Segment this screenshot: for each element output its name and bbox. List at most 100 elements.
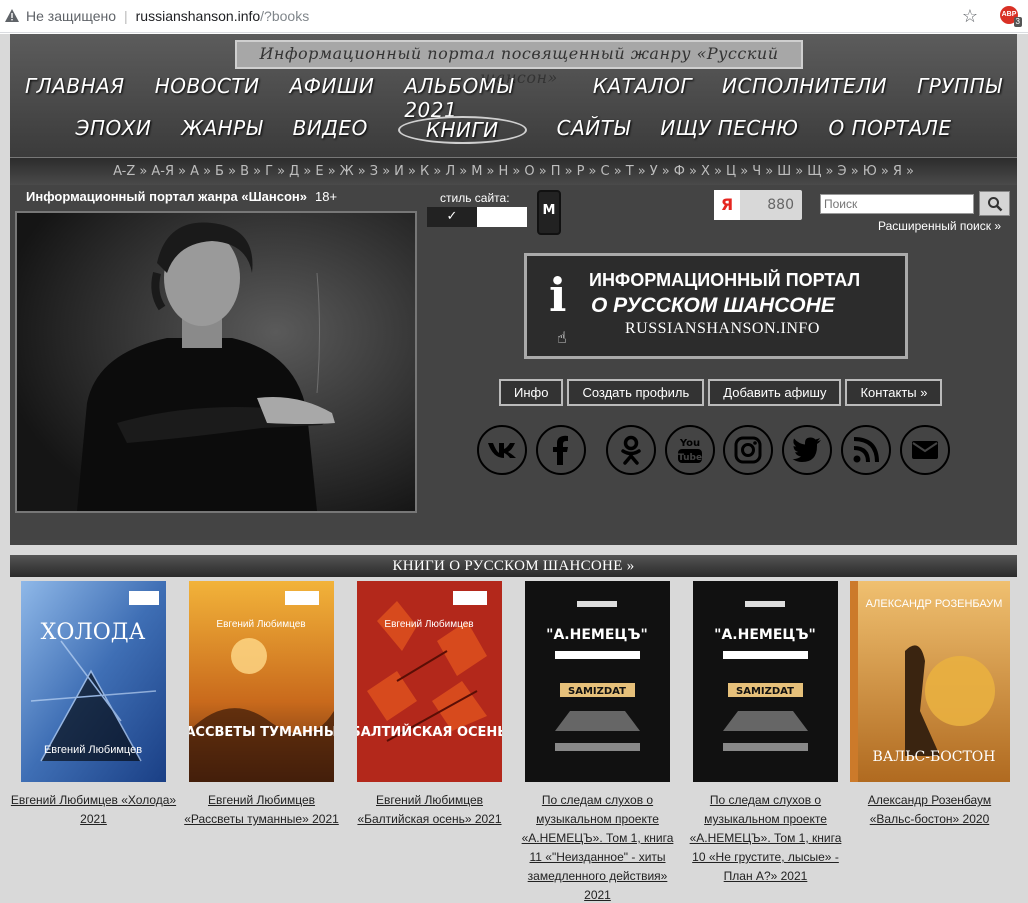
alpha-link[interactable]: Т » xyxy=(626,164,646,179)
nav-news[interactable]: НОВОСТИ xyxy=(155,74,260,122)
book-item[interactable]: "А.НЕМЕЦЪ" SAMIZDAT По следам слухов о м… xyxy=(514,581,681,903)
nav-sites[interactable]: САЙТЫ xyxy=(557,116,631,144)
yandex-counter[interactable]: Я 880 xyxy=(714,190,802,220)
alpha-link[interactable]: Э » xyxy=(838,164,859,179)
alpha-link[interactable]: С » xyxy=(601,164,622,179)
book-cover[interactable]: ХОЛОДА Евгений Любимцев xyxy=(21,581,166,782)
style-light-option[interactable] xyxy=(477,207,527,227)
alpha-link[interactable]: А-Я » xyxy=(151,164,186,179)
nav-video[interactable]: ВИДЕО xyxy=(293,116,368,144)
alpha-link[interactable]: Я » xyxy=(893,164,914,179)
cover-title: "А.НЕМЕЦЪ" xyxy=(714,627,816,643)
alpha-link[interactable]: И » xyxy=(394,164,416,179)
style-switcher-label: стиль сайта: xyxy=(440,191,510,205)
youtube-icon[interactable]: You Tube xyxy=(665,425,715,475)
alpha-link[interactable]: О » xyxy=(524,164,546,179)
alpha-link[interactable]: Е » xyxy=(315,164,335,179)
nav-groups[interactable]: ГРУППЫ xyxy=(917,74,1002,122)
book-caption[interactable]: Евгений Любимцев «Рассветы туманные» 202… xyxy=(178,791,345,829)
nav-catalog[interactable]: КАТАЛОГ xyxy=(593,74,692,122)
url-host[interactable]: russianshanson.info xyxy=(136,8,261,24)
alpha-link[interactable]: Ч » xyxy=(752,164,773,179)
alpha-link[interactable]: В » xyxy=(240,164,261,179)
book-item[interactable]: АЛЕКСАНДР РОЗЕНБАУМ ВАЛЬС-БОСТОН Алексан… xyxy=(846,581,1013,829)
nav-albums[interactable]: АЛЬБОМЫ 2021 xyxy=(404,74,563,122)
mail-icon[interactable] xyxy=(900,425,950,475)
nav-posters[interactable]: АФИШИ xyxy=(290,74,375,122)
alpha-link[interactable]: Ж » xyxy=(340,164,366,179)
book-cover[interactable]: АЛЕКСАНДР РОЗЕНБАУМ ВАЛЬС-БОСТОН xyxy=(849,581,1010,782)
books-section: КНИГИ О РУССКОМ ШАНСОНЕ » ХОЛОДА Евгений… xyxy=(10,555,1017,903)
contacts-button[interactable]: Контакты » xyxy=(845,379,943,406)
alpha-link[interactable]: З » xyxy=(370,164,390,179)
site-container: Информационный портал посвященный жанру … xyxy=(10,34,1017,903)
banner-line-2: О РУССКОМ ШАНСОНЕ xyxy=(591,294,835,317)
nav-about[interactable]: О ПОРТАЛЕ xyxy=(828,116,951,144)
alpha-link[interactable]: Л » xyxy=(445,164,467,179)
alpha-link[interactable]: Ю » xyxy=(863,164,889,179)
yandex-logo: Я xyxy=(714,190,740,220)
alpha-link[interactable]: Ш » xyxy=(777,164,803,179)
alpha-link[interactable]: Г » xyxy=(265,164,285,179)
alpha-link[interactable]: А » xyxy=(190,164,211,179)
alpha-link[interactable]: Н » xyxy=(499,164,521,179)
book-caption[interactable]: Александр Розенбаум «Вальс-бостон» 2020 xyxy=(846,791,1013,829)
action-buttons: Инфо Создать профиль Добавить афишу Конт… xyxy=(499,379,943,406)
alpha-link[interactable]: Ц » xyxy=(726,164,748,179)
book-item[interactable]: Евгений Любимцев РАССВЕТЫ ТУМАННЫЕ Евген… xyxy=(178,581,345,829)
book-item[interactable]: "А.НЕМЕЦЪ" SAMIZDAT По следам слухов о м… xyxy=(682,581,849,886)
facebook-icon[interactable] xyxy=(536,425,586,475)
search-button[interactable] xyxy=(979,191,1010,216)
nav-books[interactable]: КНИГИ xyxy=(397,116,527,144)
url-path[interactable]: /?books xyxy=(260,8,309,24)
alpha-link[interactable]: A-Z » xyxy=(113,164,147,179)
style-dark-option[interactable]: ✓ xyxy=(427,207,477,227)
instagram-icon[interactable] xyxy=(723,425,773,475)
book-cover[interactable]: Евгений Любимцев БАЛТИЙСКАЯ ОСЕНЬ xyxy=(357,581,502,782)
cover-author: SAMIZDAT xyxy=(736,686,794,697)
alpha-link[interactable]: К » xyxy=(420,164,441,179)
portal-banner[interactable]: i ИНФОРМАЦИОННЫЙ ПОРТАЛ О РУССКОМ ШАНСОН… xyxy=(524,253,908,359)
page-background: Информационный портал посвященный жанру … xyxy=(0,34,1028,903)
nav-artists[interactable]: ИСПОЛНИТЕЛИ xyxy=(722,74,887,122)
twitter-icon[interactable] xyxy=(782,425,832,475)
book-caption[interactable]: По следам слухов о музыкальном проекте «… xyxy=(514,791,681,903)
nav-home[interactable]: ГЛАВНАЯ xyxy=(25,74,125,122)
browser-address-bar[interactable]: Не защищено | russianshanson.info/?books… xyxy=(0,0,1028,33)
age-rating: 18+ xyxy=(315,189,338,204)
nav-epochs[interactable]: ЭПОХИ xyxy=(76,116,152,144)
nav-genres[interactable]: ЖАНРЫ xyxy=(181,116,262,144)
alpha-link[interactable]: П » xyxy=(551,164,573,179)
book-cover[interactable]: "А.НЕМЕЦЪ" SAMIZDAT xyxy=(525,581,670,782)
alpha-link[interactable]: Х » xyxy=(701,164,722,179)
search-input[interactable] xyxy=(820,194,974,214)
alpha-link[interactable]: Д » xyxy=(289,164,311,179)
book-item[interactable]: ХОЛОДА Евгений Любимцев Евгений Любимцев… xyxy=(10,581,177,829)
main-panel: Информационный портал жанра «Шансон» 18+ xyxy=(10,185,1017,545)
vk-icon[interactable] xyxy=(477,425,527,475)
mobile-version-icon[interactable]: M xyxy=(537,190,561,235)
alpha-link[interactable]: Б » xyxy=(215,164,236,179)
nav-find-song[interactable]: ИЩУ ПЕСНЮ xyxy=(660,116,798,144)
books-section-header[interactable]: КНИГИ О РУССКОМ ШАНСОНЕ » xyxy=(10,555,1017,577)
rss-icon[interactable] xyxy=(841,425,891,475)
bookmark-star-icon[interactable]: ☆ xyxy=(962,6,978,27)
alpha-link[interactable]: У » xyxy=(650,164,670,179)
create-profile-button[interactable]: Создать профиль xyxy=(567,379,705,406)
info-button[interactable]: Инфо xyxy=(499,379,564,406)
book-caption[interactable]: Евгений Любимцев «Холода» 2021 xyxy=(10,791,177,829)
book-cover[interactable]: "А.НЕМЕЦЪ" SAMIZDAT xyxy=(693,581,838,782)
yandex-count: 880 xyxy=(767,197,794,213)
add-poster-button[interactable]: Добавить афишу xyxy=(708,379,842,406)
alpha-link[interactable]: М » xyxy=(471,164,494,179)
book-cover[interactable]: Евгений Любимцев РАССВЕТЫ ТУМАННЫЕ xyxy=(189,581,334,782)
book-item[interactable]: Евгений Любимцев БАЛТИЙСКАЯ ОСЕНЬ Евгени… xyxy=(346,581,513,829)
book-caption[interactable]: По следам слухов о музыкальном проекте «… xyxy=(682,791,849,886)
alpha-link[interactable]: Ф » xyxy=(674,164,697,179)
alpha-link[interactable]: Р » xyxy=(577,164,597,179)
main-nav-row-1: ГЛАВНАЯ НОВОСТИ АФИШИ АЛЬБОМЫ 2021 КАТАЛ… xyxy=(10,74,1017,122)
alpha-link[interactable]: Щ » xyxy=(807,164,833,179)
book-caption[interactable]: Евгений Любимцев «Балтийская осень» 2021 xyxy=(346,791,513,829)
advanced-search-link[interactable]: Расширенный поиск » xyxy=(878,219,1001,233)
odnoklassniki-icon[interactable] xyxy=(606,425,656,475)
